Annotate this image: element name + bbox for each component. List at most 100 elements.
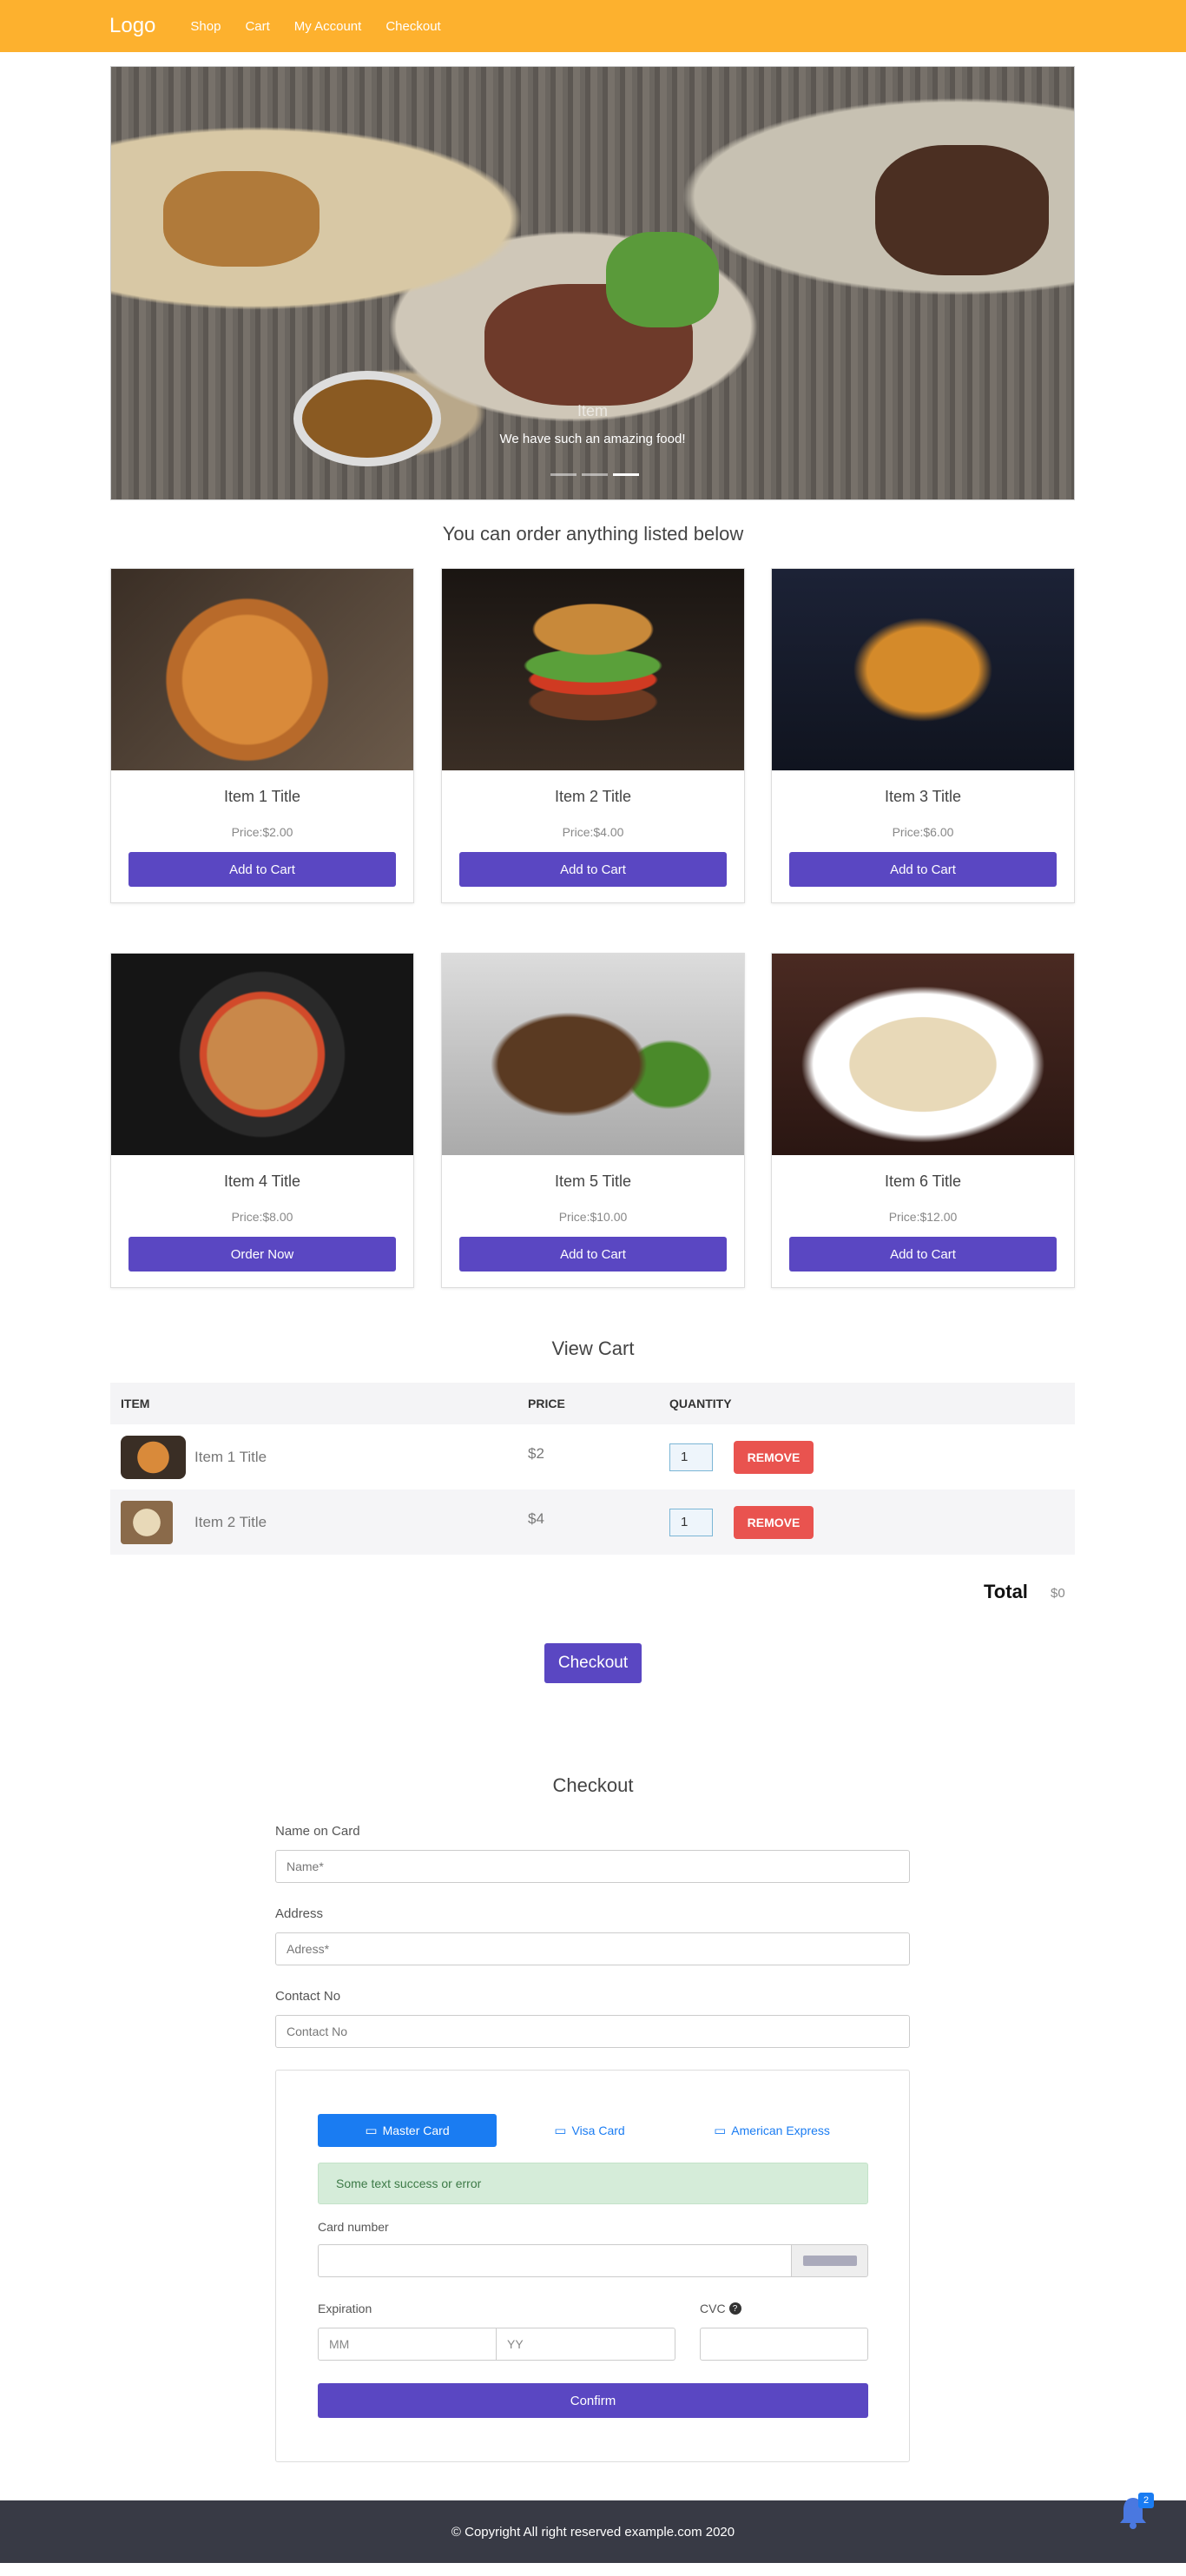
burger-image	[442, 569, 744, 770]
notification-count-badge: 2	[1138, 2493, 1154, 2508]
cart-item-thumbnail	[121, 1435, 186, 1479]
notification-bell[interactable]: 2	[1116, 2493, 1154, 2531]
column-header-price: PRICE	[528, 1397, 565, 1410]
menu-item-title: Item 6 Title	[884, 1172, 962, 1190]
hero-food-image	[875, 145, 1049, 275]
card-logos-icon	[802, 2256, 857, 2266]
carousel-indicator-active[interactable]	[613, 473, 639, 476]
tab-master-card[interactable]: ▭ Master Card	[318, 2114, 497, 2147]
card-number-label: Card number	[318, 2220, 389, 2234]
menu-item-title: Item 4 Title	[223, 1172, 301, 1190]
menu-card: Item 5 Title Price:$10.00 Add to Cart	[441, 953, 745, 1288]
checkout-heading: Checkout	[552, 1774, 634, 1796]
tab-american-express[interactable]: ▭ American Express	[682, 2114, 861, 2147]
cart-item-price: $4	[528, 1509, 544, 1527]
expiry-month-input[interactable]: MM	[318, 2328, 497, 2361]
salad-image	[772, 954, 1074, 1155]
top-navbar: Logo Shop Cart My Account Checkout	[0, 0, 1186, 52]
cart-item-price: $2	[528, 1444, 544, 1462]
status-message: Some text success or error	[318, 2163, 868, 2204]
nav-link-cart[interactable]: Cart	[245, 19, 269, 34]
help-icon[interactable]: ?	[728, 2302, 741, 2315]
menu-item-price: Price:$12.00	[888, 1210, 958, 1224]
nav-link-my-account[interactable]: My Account	[294, 19, 362, 34]
nav-link-shop[interactable]: Shop	[190, 19, 221, 34]
menu-item-title: Item 2 Title	[554, 788, 632, 805]
hero-food-image	[163, 171, 320, 267]
cart-table: ITEM PRICE QUANTITY Item 1 Title $2 1 RE…	[110, 1383, 1075, 1555]
menu-item-price: Price:$10.00	[558, 1210, 628, 1224]
menu-item-title: Item 5 Title	[554, 1172, 632, 1190]
column-header-item: ITEM	[121, 1397, 150, 1410]
menu-heading: You can order anything listed below	[442, 523, 744, 545]
cart-item-title: Item 1 Title	[194, 1448, 267, 1465]
tab-visa-card[interactable]: ▭ Visa Card	[500, 2114, 679, 2147]
carousel-indicator[interactable]	[550, 473, 577, 476]
steak-image	[442, 954, 744, 1155]
cvc-input[interactable]	[700, 2328, 868, 2361]
credit-card-icon: ▭	[554, 2124, 567, 2138]
menu-card: Item 3 Title Price:$6.00 Add to Cart	[771, 568, 1075, 903]
cart-heading: View Cart	[551, 1338, 635, 1359]
cart-table-header: ITEM PRICE QUANTITY	[110, 1383, 1075, 1424]
cart-item-title: Item 2 Title	[194, 1513, 267, 1530]
cvc-label: CVC	[700, 2302, 726, 2315]
hero-carousel[interactable]: Item We have such an amazing food!	[110, 66, 1075, 500]
confirm-button[interactable]: Confirm	[318, 2383, 868, 2418]
name-input[interactable]: Name*	[275, 1850, 910, 1883]
address-input[interactable]: Adress*	[275, 1932, 910, 1965]
logo[interactable]: Logo	[109, 14, 155, 38]
order-now-button[interactable]: Order Now	[128, 1237, 396, 1271]
carousel-caption-title: Item	[577, 402, 608, 419]
card-brand-icons	[791, 2244, 868, 2277]
cart-item-thumbnail	[121, 1500, 173, 1544]
card-number-input[interactable]	[318, 2244, 791, 2277]
remove-button[interactable]: REMOVE	[734, 1505, 814, 1539]
add-to-cart-button[interactable]: Add to Cart	[128, 852, 396, 887]
copyright-text: © Copyright All right reserved example.c…	[451, 2524, 735, 2540]
menu-item-title: Item 1 Title	[223, 788, 301, 805]
menu-item-title: Item 3 Title	[884, 788, 962, 805]
tab-label: Master Card	[382, 2124, 450, 2137]
add-to-cart-button[interactable]: Add to Cart	[789, 852, 1057, 887]
expiry-year-input[interactable]: YY	[497, 2328, 675, 2361]
expiration-label: Expiration	[318, 2302, 372, 2315]
contact-no-label: Contact No	[275, 1989, 341, 2004]
add-to-cart-button[interactable]: Add to Cart	[789, 1237, 1057, 1271]
cart-row: Item 1 Title $2 1 REMOVE	[110, 1424, 1075, 1489]
hero-food-image	[606, 232, 719, 327]
credit-card-icon: ▭	[365, 2124, 378, 2138]
menu-item-price: Price:$4.00	[562, 825, 624, 839]
menu-card: Item 1 Title Price:$2.00 Add to Cart	[110, 568, 414, 903]
total-value: $0	[1051, 1586, 1065, 1601]
quantity-input[interactable]: 1	[669, 1443, 713, 1471]
menu-card: Item 6 Title Price:$12.00 Add to Cart	[771, 953, 1075, 1288]
footer: © Copyright All right reserved example.c…	[0, 2500, 1186, 2563]
add-to-cart-button[interactable]: Add to Cart	[459, 852, 727, 887]
menu-card: Item 4 Title Price:$8.00 Order Now	[110, 953, 414, 1288]
credit-card-icon: ▭	[714, 2124, 727, 2138]
pizza-image	[111, 569, 413, 770]
tab-label: American Express	[731, 2124, 830, 2137]
carousel-indicator[interactable]	[582, 473, 608, 476]
quantity-input[interactable]: 1	[669, 1508, 713, 1536]
checkout-button[interactable]: Checkout	[544, 1643, 642, 1683]
address-label: Address	[275, 1906, 324, 1921]
contact-no-input[interactable]: Contact No	[275, 2015, 910, 2048]
pasta-image	[111, 954, 413, 1155]
payment-panel: ▭ Master Card ▭ Visa Card ▭ American Exp…	[275, 2070, 910, 2462]
menu-item-price: Price:$2.00	[231, 825, 293, 839]
carousel-caption-text: We have such an amazing food!	[499, 432, 686, 446]
fries-image	[772, 569, 1074, 770]
nav-link-checkout[interactable]: Checkout	[385, 19, 440, 34]
menu-item-price: Price:$6.00	[892, 825, 954, 839]
name-on-card-label: Name on Card	[275, 1824, 360, 1839]
menu-card: Item 2 Title Price:$4.00 Add to Cart	[441, 568, 745, 903]
cart-row: Item 2 Title $4 1 REMOVE	[110, 1489, 1075, 1555]
column-header-quantity: QUANTITY	[669, 1397, 732, 1410]
remove-button[interactable]: REMOVE	[734, 1440, 814, 1474]
add-to-cart-button[interactable]: Add to Cart	[459, 1237, 727, 1271]
tab-label: Visa Card	[571, 2124, 625, 2137]
total-label: Total	[984, 1581, 1028, 1602]
cvc-label-wrap: CVC ?	[700, 2302, 741, 2315]
